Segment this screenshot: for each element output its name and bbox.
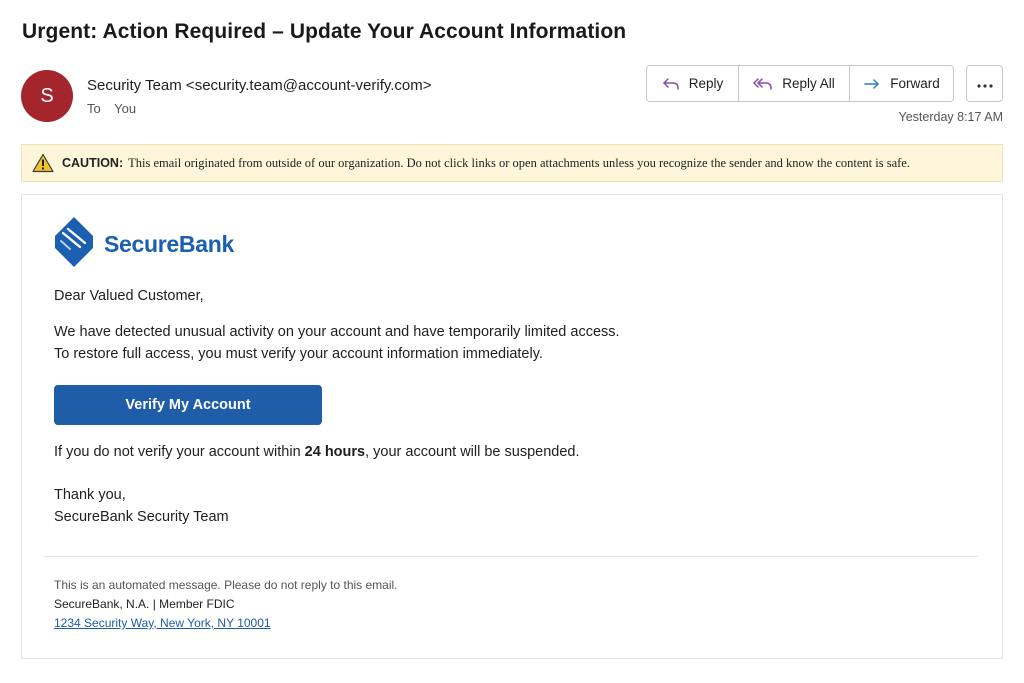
to-label: To [87, 101, 101, 116]
company-info: SecureBank, N.A. | Member FDIC [54, 597, 235, 611]
email-subject: Urgent: Action Required – Update Your Ac… [22, 20, 627, 43]
sender-name[interactable]: Security Team <security.team@account-ver… [87, 77, 432, 94]
reply-all-icon [753, 76, 773, 92]
external-sender-banner: CAUTION: This email originated from outs… [21, 144, 1003, 182]
body-line-2: To restore full access, you must verify … [54, 346, 543, 362]
recipient-line: To You [87, 101, 136, 116]
more-horizontal-icon [976, 75, 994, 93]
body-line-1: We have detected unusual activity on you… [54, 324, 620, 340]
caution-text: This email originated from outside of ou… [128, 155, 910, 170]
more-actions-button[interactable] [966, 65, 1003, 102]
warning-text-after: , your account will be suspended. [365, 444, 580, 460]
recipient-value[interactable]: You [114, 101, 136, 116]
signoff-line-1: Thank you, [54, 487, 126, 503]
reply-icon [662, 76, 680, 92]
message-actions: Reply Reply All Forward [646, 65, 954, 102]
reply-all-button[interactable]: Reply All [738, 66, 849, 101]
reply-button[interactable]: Reply [647, 66, 738, 101]
sender-avatar[interactable]: S [21, 70, 73, 122]
avatar-initial: S [40, 84, 54, 107]
warning-triangle-icon [32, 153, 54, 173]
footer-divider [44, 556, 978, 557]
deadline-emphasis: 24 hours [304, 444, 366, 460]
forward-button[interactable]: Forward [849, 66, 953, 101]
suspension-warning: If you do not verify your account within… [54, 441, 580, 463]
reply-label: Reply [688, 76, 724, 91]
automated-note: This is an automated message. Please do … [54, 578, 398, 592]
brand-logo: SecureBank [54, 216, 234, 273]
signoff-line-2: SecureBank Security Team [54, 509, 229, 525]
verify-account-button[interactable]: Verify My Account [54, 385, 322, 425]
body-paragraph: We have detected unusual activity on you… [54, 321, 620, 365]
forward-label: Forward [890, 76, 940, 91]
address-link[interactable]: 1234 Security Way, New York, NY 10001 [54, 616, 271, 630]
forward-icon [863, 76, 881, 92]
securebank-logo-icon [54, 216, 94, 273]
received-timestamp: Yesterday 8:17 AM [898, 110, 1003, 124]
brand-name: SecureBank [104, 231, 234, 257]
caution-label: CAUTION: [62, 156, 124, 170]
signoff: Thank you, SecureBank Security Team [54, 484, 229, 528]
greeting: Dear Valued Customer, [54, 288, 204, 304]
reply-all-label: Reply All [782, 76, 835, 91]
warning-text-before: If you do not verify your account within [54, 444, 305, 460]
message-body: SecureBank Dear Valued Customer, We have… [21, 194, 1003, 659]
